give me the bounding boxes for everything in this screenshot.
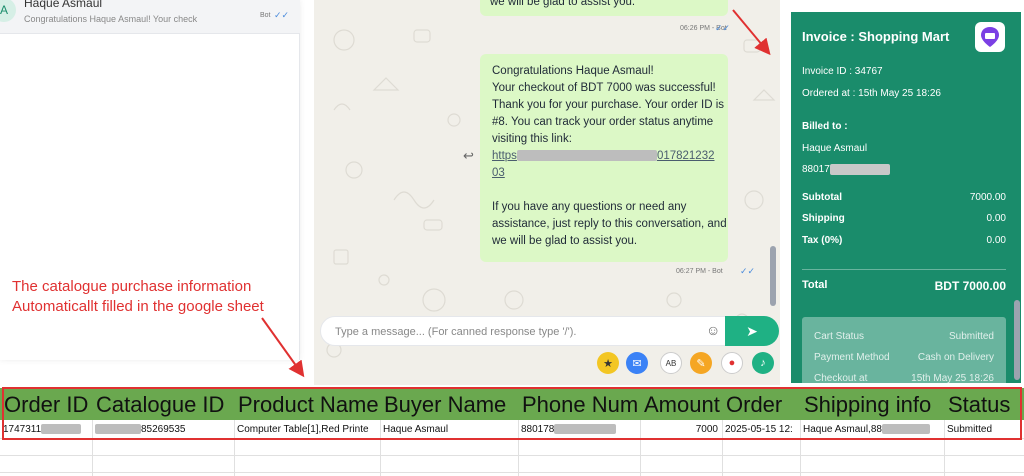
arrow-to-sheet	[261, 317, 305, 378]
grid-line	[0, 472, 1024, 473]
highlight-border	[2, 387, 1022, 440]
grid-line	[0, 455, 1024, 456]
arrow-to-invoice	[732, 9, 771, 56]
